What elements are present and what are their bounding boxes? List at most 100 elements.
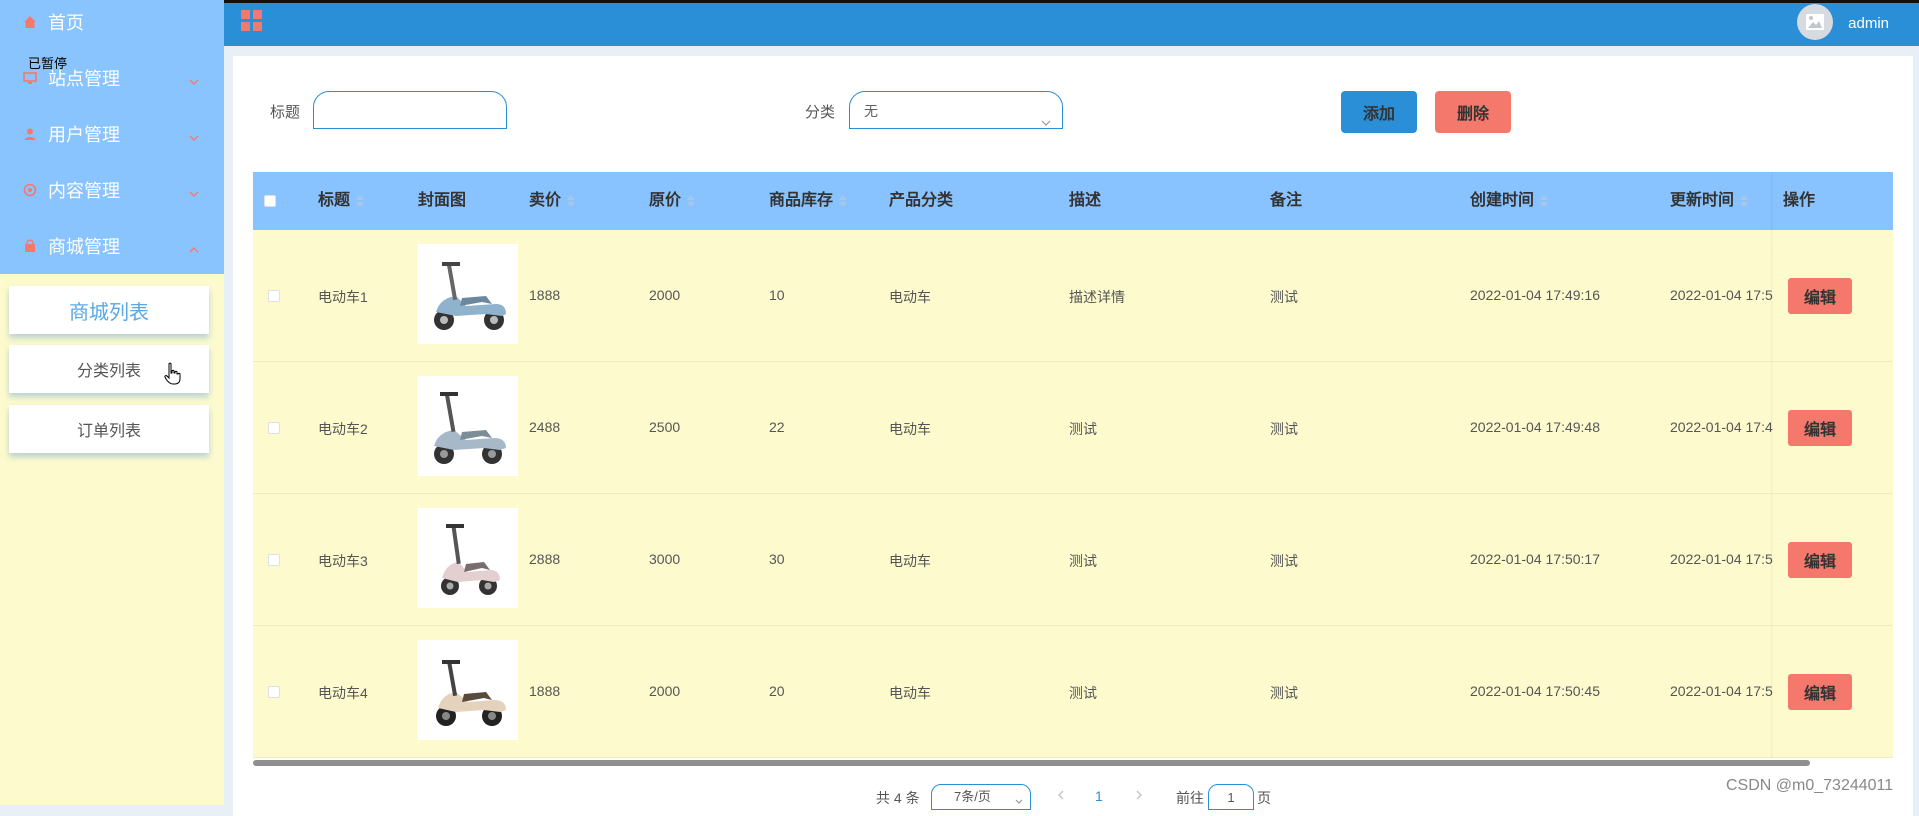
pagination-total: 共 4 条 xyxy=(876,790,920,806)
column-header-stock[interactable]: 商品库存 xyxy=(769,172,848,230)
cell-updated: 2022-01-04 17:5 xyxy=(1670,683,1773,699)
row-checkbox[interactable] xyxy=(268,554,280,566)
cell-note: 测试 xyxy=(1270,289,1298,305)
sort-icon[interactable] xyxy=(687,194,696,208)
sidebar-item-shop[interactable]: 商城管理 xyxy=(0,218,224,274)
row-checkbox[interactable] xyxy=(268,422,280,434)
cell-created: 2022-01-04 17:49:16 xyxy=(1470,287,1600,303)
cell-sell-price: 1888 xyxy=(529,683,561,699)
mouse-cursor-icon xyxy=(164,362,182,391)
sidebar-item-label: 商城管理 xyxy=(48,237,120,257)
chevron-down-icon xyxy=(188,128,200,149)
sort-icon[interactable] xyxy=(1740,194,1749,208)
cell-note: 测试 xyxy=(1270,421,1298,437)
table-row: 电动车2 2488 2500 22 电动车 测试 测试 2022-01-04 1… xyxy=(253,362,1893,494)
edit-button[interactable]: 编辑 xyxy=(1788,278,1852,314)
avatar[interactable] xyxy=(1797,4,1833,40)
sidebar-item-label: 内容管理 xyxy=(48,181,120,201)
cell-title: 电动车3 xyxy=(318,553,368,569)
cell-orig-price: 3000 xyxy=(649,551,681,567)
delete-button[interactable]: 删除 xyxy=(1435,91,1511,133)
add-button[interactable]: 添加 xyxy=(1341,91,1417,133)
cell-sell-price: 2488 xyxy=(529,419,561,435)
user-icon xyxy=(22,126,38,142)
chevron-down-icon xyxy=(1040,105,1052,143)
cell-updated: 2022-01-04 17:4 xyxy=(1670,419,1773,435)
goto-label: 前往 xyxy=(1176,790,1204,806)
column-header-created[interactable]: 创建时间 xyxy=(1470,172,1549,230)
column-header-cover: 封面图 xyxy=(418,192,467,209)
sort-icon[interactable] xyxy=(356,194,365,208)
chevron-down-icon xyxy=(1014,791,1024,815)
apps-grid-icon[interactable] xyxy=(240,9,264,38)
scooter-image xyxy=(436,660,506,726)
row-checkbox[interactable] xyxy=(268,290,280,302)
cell-orig-price: 2000 xyxy=(649,683,681,699)
table-row: 电动车3 2888 3000 30 电动车 测试 测试 2022-01-04 1… xyxy=(253,494,1893,626)
column-header-updated[interactable]: 更新时间 xyxy=(1670,172,1749,230)
submenu-shop-list[interactable]: 商城列表 xyxy=(9,286,209,334)
table-row: 电动车4 1888 2000 20 电动车 测试 测试 2022-01-04 1… xyxy=(253,626,1893,758)
horizontal-scrollbar[interactable] xyxy=(253,760,1810,766)
cell-sell-price: 1888 xyxy=(529,287,561,303)
cell-sell-price: 2888 xyxy=(529,551,561,567)
cover-image xyxy=(418,244,518,344)
sidebar-menu: 首页 站点管理 已暂停 用户管理 内容管理 商城管理 xyxy=(0,0,224,274)
cell-created: 2022-01-04 17:50:45 xyxy=(1470,683,1600,699)
title-filter-input[interactable] xyxy=(313,91,507,129)
sort-icon[interactable] xyxy=(839,194,848,208)
next-page-icon[interactable] xyxy=(1134,788,1144,804)
sidebar-item-content[interactable]: 内容管理 xyxy=(0,162,224,218)
cell-note: 测试 xyxy=(1270,553,1298,569)
cell-desc: 测试 xyxy=(1069,553,1097,569)
cell-stock: 20 xyxy=(769,683,785,699)
submenu-order-list[interactable]: 订单列表 xyxy=(9,405,209,453)
row-checkbox[interactable] xyxy=(268,686,280,698)
table-row: 电动车1 1888 2000 10 电动车 描述详情 测试 2022-01-04… xyxy=(253,230,1893,362)
username-label[interactable]: admin xyxy=(1848,15,1889,32)
page-size-select[interactable]: 7条/页 xyxy=(931,784,1031,810)
chevron-down-icon xyxy=(188,72,200,93)
cell-title: 电动车4 xyxy=(318,685,368,701)
chevron-up-icon xyxy=(188,240,200,261)
fixed-column-divider xyxy=(1771,172,1773,758)
cell-desc: 测试 xyxy=(1069,685,1097,701)
column-header-note: 备注 xyxy=(1270,192,1303,209)
cell-category: 电动车 xyxy=(889,553,931,569)
watermark: CSDN @m0_73244011 xyxy=(1726,777,1894,794)
cell-note: 测试 xyxy=(1270,685,1298,701)
category-select[interactable]: 无 xyxy=(849,91,1063,129)
page-suffix-label: 页 xyxy=(1257,790,1271,806)
edit-button[interactable]: 编辑 xyxy=(1788,410,1852,446)
cell-orig-price: 2500 xyxy=(649,419,681,435)
edit-button[interactable]: 编辑 xyxy=(1788,674,1852,710)
cell-category: 电动车 xyxy=(889,421,931,437)
cell-stock: 30 xyxy=(769,551,785,567)
column-header-orig-price[interactable]: 原价 xyxy=(649,172,696,230)
select-all-checkbox[interactable] xyxy=(264,195,276,207)
page-number-current[interactable]: 1 xyxy=(1095,788,1103,804)
goto-page-input[interactable] xyxy=(1208,784,1254,810)
sidebar-item-users[interactable]: 用户管理 xyxy=(0,106,224,162)
cell-category: 电动车 xyxy=(889,685,931,701)
sort-icon[interactable] xyxy=(1540,194,1549,208)
sidebar: 首页 站点管理 已暂停 用户管理 内容管理 商城管理 商城列表 分类列表 订单列… xyxy=(0,0,224,805)
image-placeholder-icon xyxy=(1806,14,1824,30)
column-header-category: 产品分类 xyxy=(889,192,954,209)
column-header-desc: 描述 xyxy=(1069,192,1102,209)
prev-page-icon[interactable] xyxy=(1056,788,1066,804)
column-header-sell-price[interactable]: 卖价 xyxy=(529,172,576,230)
paused-label: 已暂停 xyxy=(28,56,68,71)
cell-desc: 测试 xyxy=(1069,421,1097,437)
scooter-image xyxy=(441,524,500,595)
column-header-title[interactable]: 标题 xyxy=(318,172,365,230)
cover-image xyxy=(418,640,518,740)
cell-created: 2022-01-04 17:50:17 xyxy=(1470,551,1600,567)
edit-button[interactable]: 编辑 xyxy=(1788,542,1852,578)
home-icon xyxy=(22,14,38,30)
category-filter-label: 分类 xyxy=(805,104,836,121)
cell-desc: 描述详情 xyxy=(1069,289,1125,305)
top-header: admin xyxy=(224,0,1919,46)
sidebar-item-home[interactable]: 首页 xyxy=(0,0,224,50)
sort-icon[interactable] xyxy=(567,194,576,208)
